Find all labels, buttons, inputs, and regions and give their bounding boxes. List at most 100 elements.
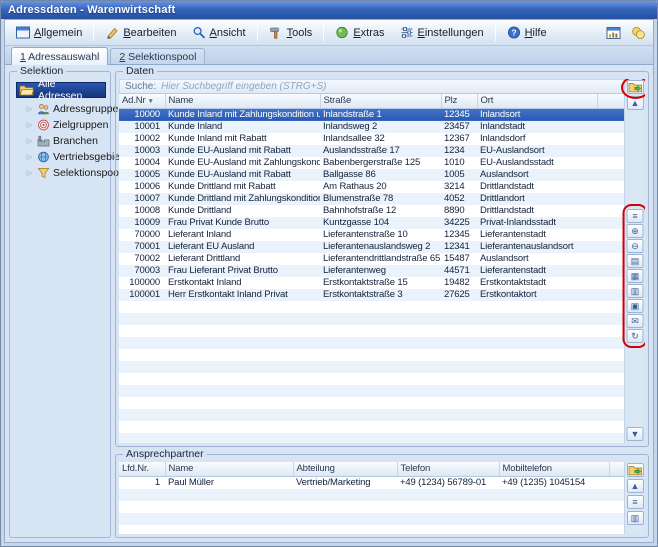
- tree-item-zielgruppen[interactable]: ▷Zielgruppen: [25, 118, 106, 132]
- cell: 10001: [119, 121, 165, 133]
- menu-tools[interactable]: Tools: [262, 23, 320, 42]
- search-bar[interactable]: Suche: Hier Suchbegriff eingeben (STRG+S…: [119, 79, 624, 94]
- tab-1-adressauswahl[interactable]: 1 Adressauswahl: [11, 47, 108, 65]
- column-header-abteilung[interactable]: Abteilung: [293, 462, 397, 476]
- tools-icon: [269, 26, 283, 39]
- table-row-10004[interactable]: 10004Kunde EU-Ausland mit Zahlungskondit…: [119, 157, 624, 169]
- folder-options-button[interactable]: [627, 80, 644, 94]
- contact-table: Lfd.Nr.NameAbteilungTelefonMobiltelefon …: [119, 462, 624, 534]
- open-folder-icon: [19, 84, 34, 96]
- table-row-10000[interactable]: 10000Kunde Inland mit Zahlungskondition …: [119, 108, 624, 121]
- cell: Auslandsstraße 17: [320, 145, 441, 157]
- expander-icon[interactable]: ▷: [25, 105, 34, 113]
- table-row-70001[interactable]: 70001Lieferant EU AuslandLieferantenausl…: [119, 241, 624, 253]
- menu-button[interactable]: ≡: [627, 209, 644, 223]
- currency-button[interactable]: [627, 23, 649, 43]
- details-button[interactable]: ▤: [627, 254, 644, 268]
- empty-row: [119, 513, 624, 525]
- cell: Lieferantenstraße 10: [320, 229, 441, 241]
- table-row-70002[interactable]: 70002Lieferant DrittlandLieferantendritt…: [119, 253, 624, 265]
- table-row-10006[interactable]: 10006Kunde Drittland mit RabattAm Rathau…: [119, 181, 624, 193]
- cell: Bahnhofstraße 12: [320, 205, 441, 217]
- empty-row: [119, 501, 624, 513]
- tree-item-adressgruppen[interactable]: ▷Adressgruppen: [25, 102, 106, 116]
- menu-label: Ansicht: [210, 27, 246, 39]
- toolbar-separator: [495, 25, 496, 41]
- column-header-name[interactable]: Name: [165, 462, 293, 476]
- column-header-ort[interactable]: Ort: [477, 94, 597, 108]
- table-row-70003[interactable]: 70003Frau Lieferant Privat BruttoLiefera…: [119, 265, 624, 277]
- table-row-1[interactable]: 1Paul MüllerVertrieb/Marketing+49 (1234)…: [119, 476, 624, 489]
- folder-options-button[interactable]: [627, 463, 644, 477]
- people-icon: [37, 103, 50, 115]
- tree-item-selektionspools[interactable]: ▷Selektionspools: [25, 166, 106, 180]
- menu-ansicht[interactable]: Ansicht: [185, 23, 253, 42]
- expander-icon[interactable]: ▷: [25, 169, 34, 177]
- menu-hilfe[interactable]: ?Hilfe: [500, 23, 554, 42]
- column-header-straße[interactable]: Straße: [320, 94, 441, 108]
- column-header-lfd-nr-[interactable]: Lfd.Nr.: [119, 462, 165, 476]
- table-row-10003[interactable]: 10003Kunde EU-Ausland mit RabattAuslands…: [119, 145, 624, 157]
- column-header-telefon[interactable]: Telefon: [397, 462, 499, 476]
- table-row-70000[interactable]: 70000Lieferant InlandLieferantenstraße 1…: [119, 229, 624, 241]
- expander-icon[interactable]: ▷: [25, 121, 34, 129]
- cell: 12341: [441, 241, 477, 253]
- cell: Drittlandort: [477, 193, 597, 205]
- table-row-100001[interactable]: 100001Herr Erstkontakt Inland PrivatErst…: [119, 289, 624, 301]
- menu-extras[interactable]: Extras: [328, 23, 391, 42]
- window-title: Adressdaten - Warenwirtschaft: [8, 4, 175, 16]
- selektion-panel: Selektion Alle Adressen ▷Adressgruppen▷Z…: [9, 71, 111, 538]
- column-header-name[interactable]: Name: [165, 94, 320, 108]
- menu-allgemein[interactable]: Allgemein: [9, 23, 89, 42]
- menu-label: Einstellungen: [418, 27, 484, 39]
- cell: Kunde EU-Ausland mit Rabatt: [165, 145, 320, 157]
- tree-item-branchen[interactable]: ▷Branchen: [25, 134, 106, 148]
- menu-button[interactable]: ≡: [627, 495, 644, 509]
- expander-icon[interactable]: ▷: [25, 153, 34, 161]
- table-view-button[interactable]: ▦: [627, 269, 644, 283]
- table-row-10008[interactable]: 10008Kunde DrittlandBahnhofstraße 128890…: [119, 205, 624, 217]
- refresh-button[interactable]: ↻: [627, 329, 644, 343]
- window-titlebar[interactable]: Adressdaten - Warenwirtschaft: [1, 1, 657, 19]
- table-row-10009[interactable]: 10009Frau Privat Kunde BruttoKuntzgasse …: [119, 217, 624, 229]
- expander-icon[interactable]: ▷: [25, 137, 34, 145]
- toolbar-menu-group: Allgemein Bearbeiten Ansicht Tools Extras Ein…: [9, 23, 554, 42]
- table-row-10001[interactable]: 10001Kunde InlandInlandsweg 223457Inland…: [119, 121, 624, 133]
- mail-button[interactable]: ✉: [627, 314, 644, 328]
- tab-2-selektionspool[interactable]: 2 Selektionspool: [110, 48, 205, 64]
- folder-arrow-icon: [628, 464, 643, 476]
- cell: Inlandstraße 1: [320, 108, 441, 121]
- list-view-button[interactable]: ▥: [627, 284, 644, 298]
- table-row-10005[interactable]: 10005Kunde EU-Ausland mit RabattBallgass…: [119, 169, 624, 181]
- column-header-ad-nr[interactable]: Ad.Nr▼: [119, 94, 165, 108]
- zoom-out-button[interactable]: ⊖: [627, 239, 644, 253]
- list-view-button[interactable]: ▥: [627, 511, 644, 525]
- scroll-up-button[interactable]: ▲: [627, 96, 644, 110]
- menu-einstellungen[interactable]: Einstellungen: [393, 23, 491, 42]
- empty-row: [119, 489, 624, 501]
- scroll-up-button[interactable]: ▲: [627, 479, 644, 493]
- empty-row: [119, 433, 624, 444]
- scroll-down-button[interactable]: ▼: [627, 427, 644, 441]
- column-header-plz[interactable]: Plz: [441, 94, 477, 108]
- cell: 44571: [441, 265, 477, 277]
- cell: 70001: [119, 241, 165, 253]
- table-row-100000[interactable]: 100000Erstkontakt InlandErstkontaktstraß…: [119, 277, 624, 289]
- cell: 3214: [441, 181, 477, 193]
- report-button[interactable]: [602, 23, 624, 43]
- menu-label: Allgemein: [34, 27, 82, 39]
- tree-item-vertriebsgebiete[interactable]: ▷Vertriebsgebiete: [25, 150, 106, 164]
- cell: 23457: [441, 121, 477, 133]
- extras-icon: [335, 26, 349, 39]
- grid-view-button[interactable]: ▣: [627, 299, 644, 313]
- column-header-mobiltelefon[interactable]: Mobiltelefon: [499, 462, 609, 476]
- table-icon: ▦: [631, 272, 640, 281]
- cell: Lieferantenauslandsort: [477, 241, 597, 253]
- tree-item-alle-adressen[interactable]: Alle Adressen: [16, 82, 106, 98]
- menu-bearbeiten[interactable]: Bearbeiten: [98, 23, 183, 42]
- zoom-out-icon: ⊖: [631, 242, 639, 251]
- zoom-in-button[interactable]: ⊕: [627, 224, 644, 238]
- table-row-10007[interactable]: 10007Kunde Drittland mit Zahlungskonditi…: [119, 193, 624, 205]
- cell: 27625: [441, 289, 477, 301]
- table-row-10002[interactable]: 10002Kunde Inland mit RabattInlandsallee…: [119, 133, 624, 145]
